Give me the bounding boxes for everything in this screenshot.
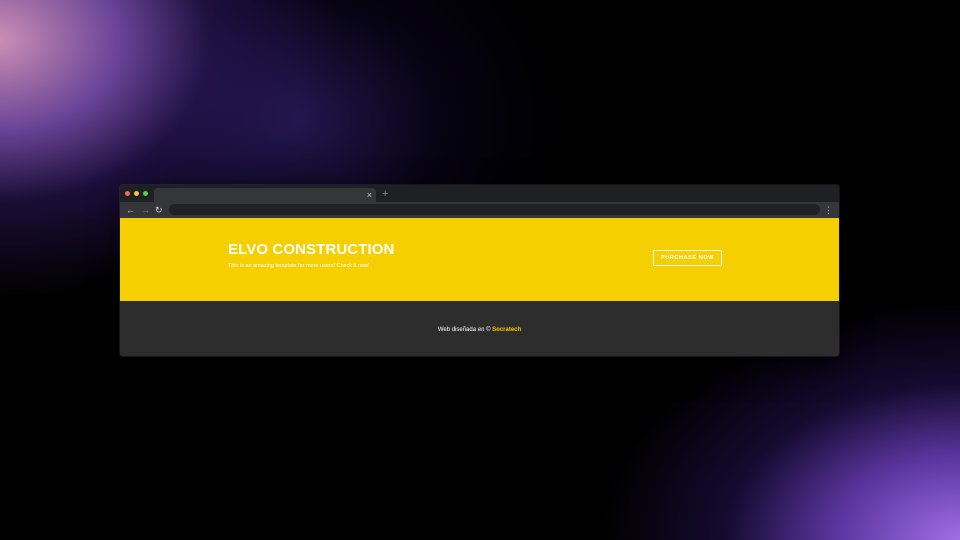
back-icon[interactable]: ← [126, 204, 135, 216]
footer-credit-text: Web diseñada en © [437, 327, 491, 333]
socratech-link[interactable]: Socratech [492, 327, 521, 333]
new-tab-icon[interactable]: + [382, 187, 388, 201]
reload-icon[interactable]: ↻ [155, 204, 163, 216]
tab-bar: × + [120, 185, 839, 202]
forward-icon[interactable]: → [141, 204, 150, 216]
maximize-window-button[interactable] [143, 191, 148, 196]
browser-menu-icon[interactable]: ⋮ [824, 204, 833, 216]
purchase-now-button[interactable]: PURCHASE NOW [653, 250, 722, 266]
hero-subtitle: This is an amazing template for more use… [228, 263, 370, 269]
minimize-window-button[interactable] [134, 191, 139, 196]
browser-window: × + ← → ↻ ⋮ ELVO CONSTRUCTION This is an… [120, 185, 839, 356]
browser-tab[interactable]: × [154, 188, 376, 202]
close-window-button[interactable] [125, 191, 130, 196]
web-page: ELVO CONSTRUCTION This is an amazing tem… [120, 218, 839, 356]
browser-toolbar: ← → ↻ ⋮ [120, 202, 839, 218]
hero-banner: ELVO CONSTRUCTION This is an amazing tem… [120, 218, 839, 301]
footer-credit: Web diseñada en © Socratech [120, 326, 839, 334]
address-bar[interactable] [169, 204, 820, 215]
tab-close-icon[interactable]: × [367, 189, 372, 201]
hero-title: ELVO CONSTRUCTION [228, 241, 395, 258]
site-footer: Web diseñada en © Socratech [120, 301, 839, 356]
